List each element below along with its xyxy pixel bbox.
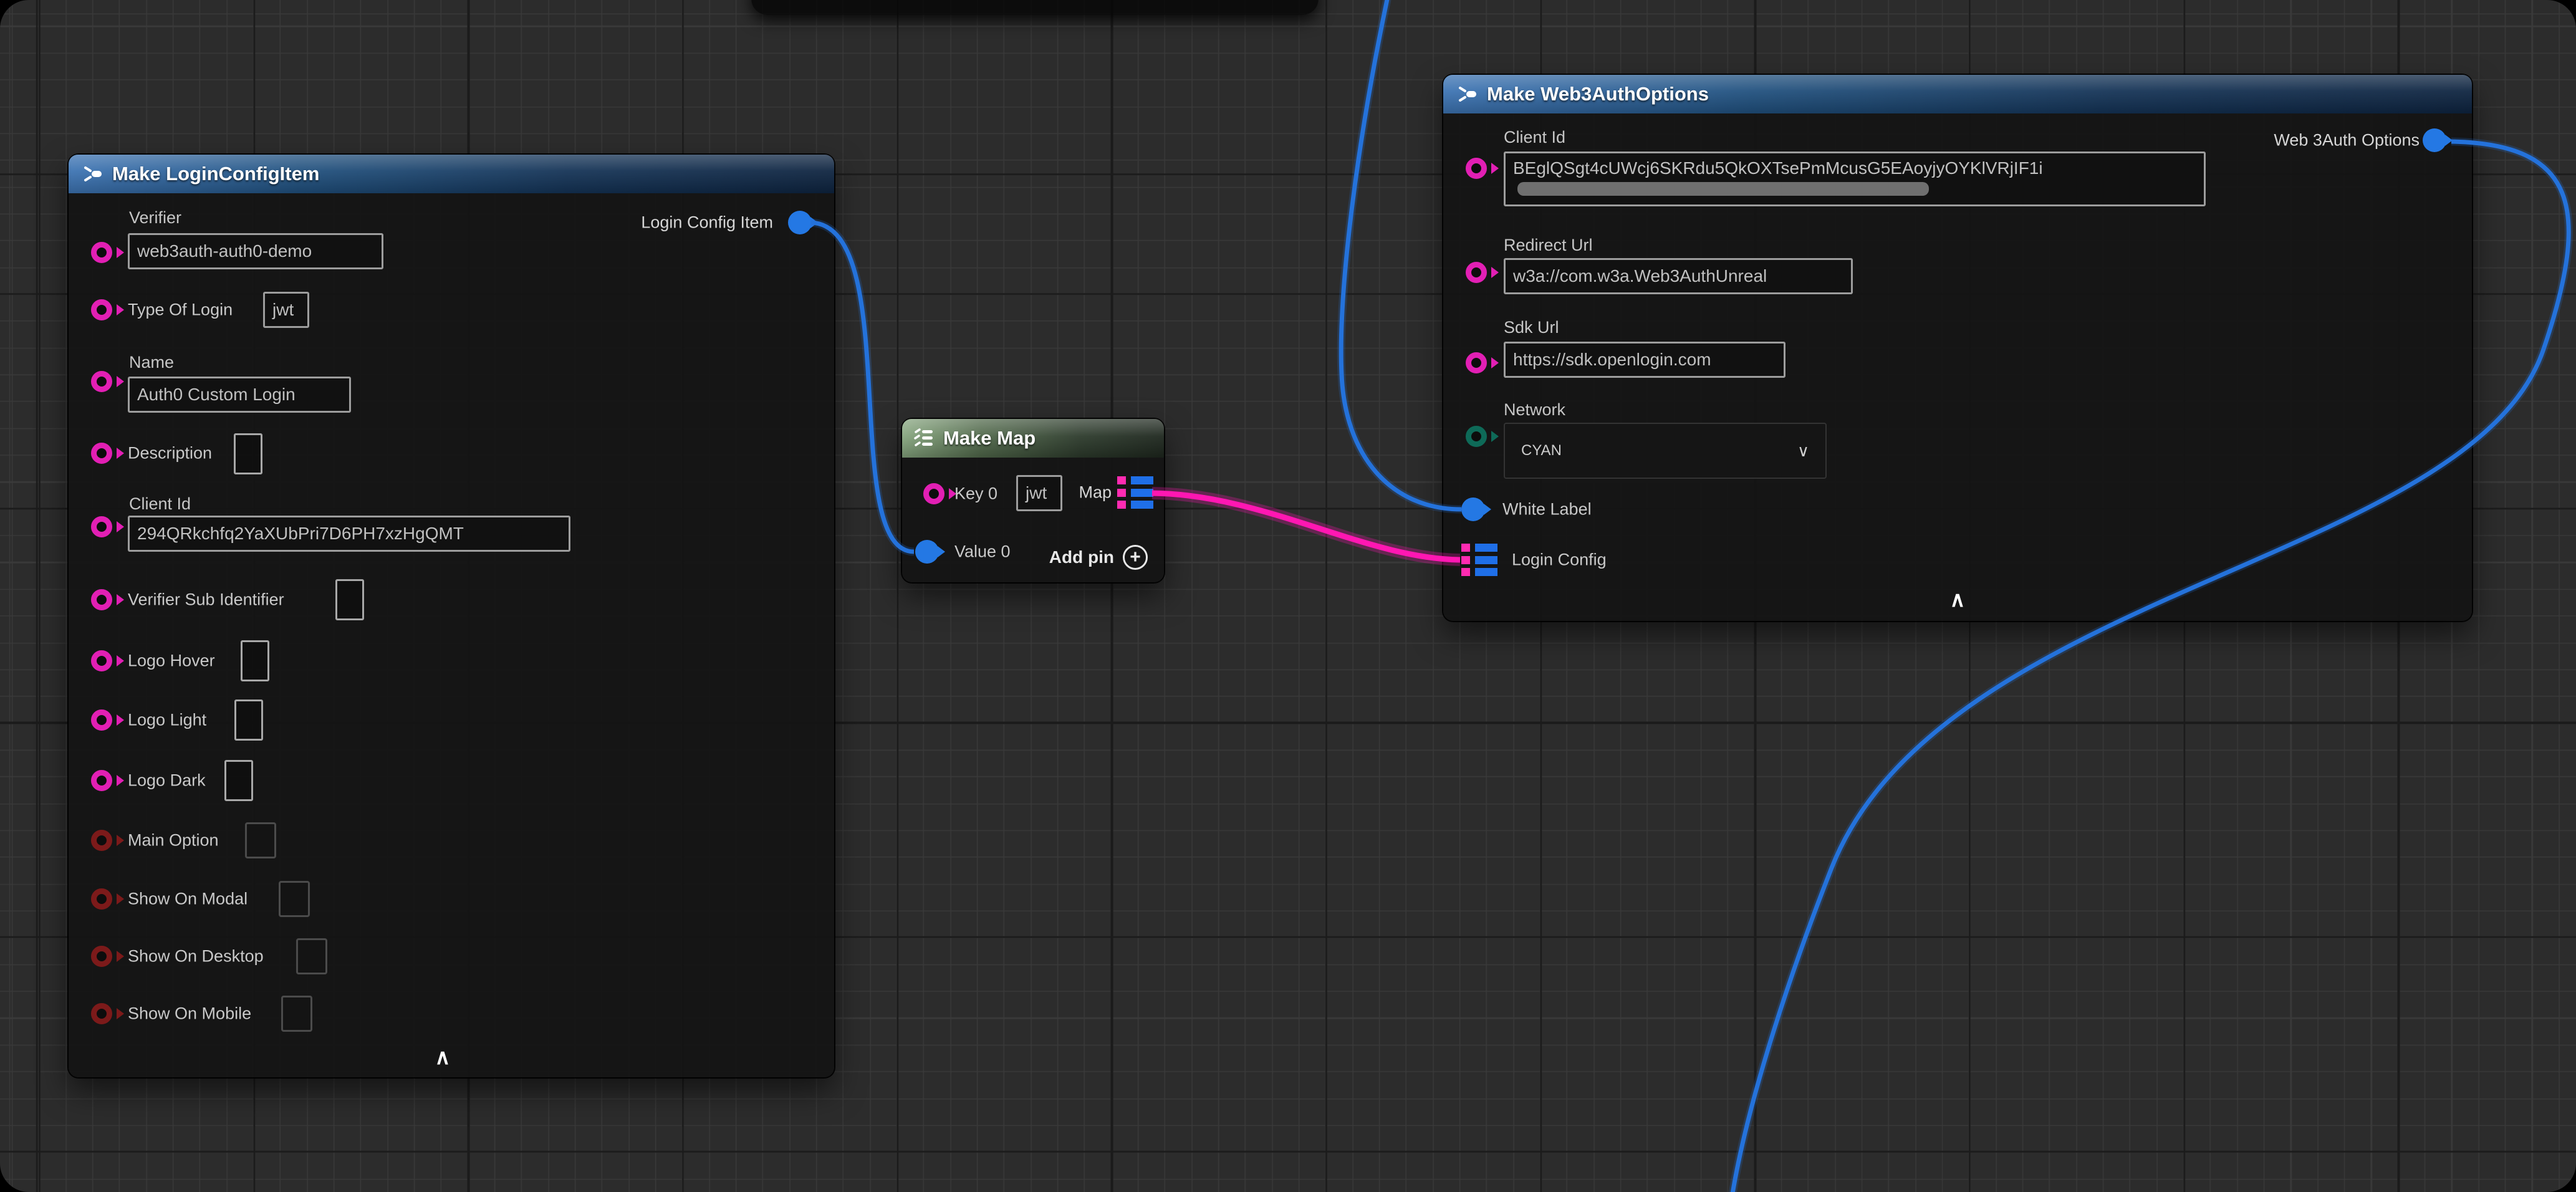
field-label-name: Name — [129, 353, 174, 372]
field-label-description: Description — [128, 444, 212, 463]
input-pin-description[interactable] — [91, 443, 112, 464]
input-pin-client-id[interactable] — [1466, 158, 1487, 179]
input-pin-logo-light[interactable] — [91, 709, 112, 731]
network-dropdown-value: CYAN — [1521, 442, 1562, 459]
input-pin-name[interactable] — [91, 371, 112, 392]
input-pin-type-of-login[interactable] — [91, 299, 112, 320]
add-pin-label: Add pin — [1049, 547, 1114, 567]
field-label-verifier: Verifier — [129, 208, 181, 228]
input-pin-key-0[interactable] — [923, 483, 944, 504]
show-on-modal-checkbox[interactable] — [279, 881, 310, 917]
field-label-sdk-url: Sdk Url — [1504, 318, 1559, 337]
field-label-white-label: White Label — [1502, 500, 1592, 519]
output-pin-label: Login Config Item — [641, 213, 773, 233]
field-label-main-option: Main Option — [128, 831, 219, 850]
show-on-mobile-checkbox[interactable] — [281, 996, 312, 1032]
input-pin-redirect-url[interactable] — [1466, 262, 1487, 283]
client-id-input[interactable]: BEglQSgt4cUWcj6SKRdu5QkOXTsePmMcusG5EAoy… — [1504, 151, 2206, 206]
node-header-make-loginconfigitem[interactable]: Make LoginConfigItem — [69, 155, 834, 193]
add-pin-button[interactable]: Add pin + — [1049, 545, 1148, 570]
collapse-node-chevron-icon[interactable]: ∧ — [435, 1045, 451, 1070]
output-pin-map[interactable] — [1117, 476, 1153, 509]
logo-dark-input[interactable] — [224, 760, 253, 801]
input-pin-verifier[interactable] — [91, 242, 112, 263]
collapse-node-chevron-icon[interactable]: ∧ — [1950, 587, 1966, 612]
input-pin-sdk-url[interactable] — [1466, 352, 1487, 373]
field-label-logo-dark: Logo Dark — [128, 771, 206, 791]
input-pin-verifier-sub-identifier[interactable] — [91, 589, 112, 610]
make-map-icon — [912, 426, 936, 450]
input-pin-network[interactable] — [1466, 426, 1487, 447]
field-label-show-on-desktop: Show On Desktop — [128, 947, 264, 966]
description-input[interactable] — [234, 433, 262, 474]
name-input[interactable]: Auth0 Custom Login — [128, 377, 351, 413]
blueprint-graph-canvas[interactable]: Make LoginConfigItem Login Config Item V… — [0, 0, 2576, 1192]
input-pin-show-on-mobile[interactable] — [91, 1003, 112, 1024]
input-pin-logo-hover[interactable] — [91, 650, 112, 671]
make-struct-icon — [81, 162, 105, 186]
field-label-redirect-url: Redirect Url — [1504, 236, 1593, 255]
node-make-loginconfigitem[interactable]: Make LoginConfigItem Login Config Item V… — [69, 155, 834, 1077]
field-label-verifier-sub-identifier: Verifier Sub Identifier — [128, 590, 284, 610]
field-label-login-config: Login Config — [1512, 550, 1607, 570]
input-pin-white-label[interactable] — [1461, 497, 1485, 521]
node-make-web3authoptions[interactable]: Make Web3AuthOptions Web 3Auth Options C… — [1443, 75, 2472, 621]
make-struct-icon — [1456, 82, 1479, 106]
logo-light-input[interactable] — [234, 699, 263, 741]
node-header-make-map[interactable]: Make Map — [902, 419, 1164, 458]
node-header-make-web3authoptions[interactable]: Make Web3AuthOptions — [1443, 75, 2472, 113]
show-on-desktop-checkbox[interactable] — [296, 938, 327, 974]
key-0-input[interactable]: jwt — [1016, 475, 1062, 511]
field-label-logo-light: Logo Light — [128, 711, 206, 730]
redirect-url-input[interactable]: w3a://com.w3a.Web3AuthUnreal — [1504, 258, 1853, 294]
input-pin-show-on-desktop[interactable] — [91, 946, 112, 967]
node-title: Make Map — [943, 427, 1036, 449]
field-label-show-on-modal: Show On Modal — [128, 890, 248, 909]
wire-map-to-login-config — [1152, 493, 1460, 560]
input-pin-login-config[interactable] — [1461, 544, 1497, 576]
input-pin-main-option[interactable] — [91, 830, 112, 851]
field-label-show-on-mobile: Show On Mobile — [128, 1004, 251, 1024]
output-pin-label: Web 3Auth Options — [2274, 131, 2420, 150]
input-pin-logo-dark[interactable] — [91, 770, 112, 791]
wire-glow — [1152, 493, 1460, 560]
field-label-client-id: Client Id — [129, 494, 191, 514]
client-id-input[interactable]: 294QRkchfq2YaXUbPri7D6PH7xzHgQMT — [128, 516, 570, 552]
input-pin-client-id[interactable] — [91, 516, 112, 537]
node-make-map[interactable]: Make Map Key 0 jwt Map Value 0 Add pin + — [902, 419, 1164, 582]
field-label-client-id: Client Id — [1504, 128, 1565, 147]
verifier-sub-identifier-input[interactable] — [335, 579, 364, 620]
node-title: Make Web3AuthOptions — [1487, 83, 1709, 105]
client-id-scrollbar[interactable] — [1517, 182, 1929, 196]
field-label-type-of-login: Type Of Login — [128, 300, 233, 320]
input-pin-value-0[interactable] — [915, 540, 939, 564]
output-pin-web3auth-options[interactable] — [2423, 128, 2446, 152]
field-label-logo-hover: Logo Hover — [128, 651, 215, 671]
output-pin-label: Map — [1079, 483, 1112, 502]
field-label-value-0: Value 0 — [954, 542, 1011, 562]
input-pin-show-on-modal[interactable] — [91, 888, 112, 910]
node-title: Make LoginConfigItem — [112, 163, 319, 185]
field-label-network: Network — [1504, 400, 1565, 420]
offscreen-node-shadow — [751, 0, 1319, 15]
sdk-url-input[interactable]: https://sdk.openlogin.com — [1504, 342, 1785, 378]
add-pin-plus-icon: + — [1123, 545, 1148, 570]
type-of-login-input[interactable]: jwt — [263, 292, 309, 328]
main-option-checkbox[interactable] — [245, 822, 276, 858]
output-pin-login-config-item[interactable] — [788, 211, 812, 234]
logo-hover-input[interactable] — [241, 640, 269, 681]
verifier-input[interactable]: web3auth-auth0-demo — [128, 233, 383, 269]
network-dropdown[interactable]: CYAN ∨ — [1504, 423, 1827, 479]
field-label-key-0: Key 0 — [954, 484, 997, 504]
chevron-down-icon: ∨ — [1797, 441, 1809, 461]
